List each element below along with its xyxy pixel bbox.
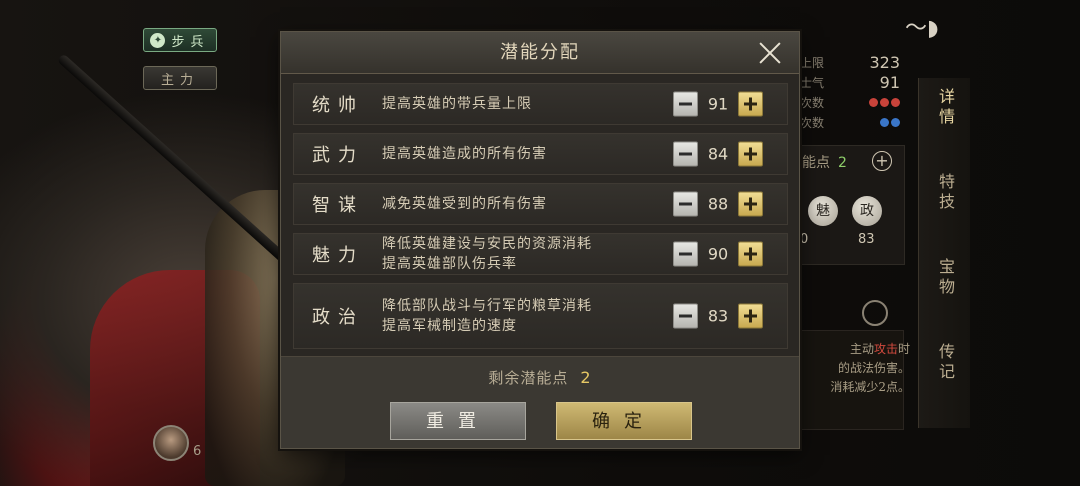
decrease-politics-button[interactable]	[673, 303, 698, 329]
stat-row-force: 武力 提高英雄造成的所有伤害 84	[293, 133, 788, 175]
stat-row-leadership: 统帅 提高英雄的带兵量上限 91	[293, 83, 788, 125]
background-stat-list: 上限 323 士气 91 次数 次数	[800, 52, 900, 132]
stat-stepper: 88	[673, 191, 763, 217]
remaining-points: 剩余潜能点 2	[281, 367, 799, 388]
increase-politics-button[interactable]	[738, 303, 763, 329]
stat-stepper: 83	[673, 303, 763, 329]
politics-badge-value: 83	[858, 232, 875, 247]
background-stat-row: 士气 91	[800, 72, 900, 92]
stat-stepper: 90	[673, 241, 763, 267]
stat-name: 魅力	[312, 245, 364, 266]
tab-treasure[interactable]: 宝物	[919, 258, 971, 298]
search-icon[interactable]	[862, 300, 888, 326]
infantry-tag-button[interactable]: ✦ 步兵	[143, 28, 217, 52]
stat-description-line: 降低部队战斗与行军的粮草消耗	[382, 298, 592, 314]
add-potential-icon[interactable]: +	[872, 151, 892, 171]
background-stat-row: 上限 323	[800, 52, 900, 72]
stat-list: 统帅 提高英雄的带兵量上限 91 武力 提高英雄造成的所有伤害 84 智谋 减免…	[281, 74, 799, 356]
background-stat-value: 323	[869, 52, 900, 72]
charm-badge-value: 0	[800, 232, 809, 247]
increase-leadership-button[interactable]	[738, 91, 763, 117]
infantry-tag-label: 步兵	[171, 34, 210, 50]
infantry-icon: ✦	[150, 32, 166, 48]
skill-description-line: 的战法伤害。	[837, 361, 910, 375]
potential-allocation-dialog: 潜能分配 统帅 提高英雄的带兵量上限 91 武力 提高英雄造成的所有伤害 84	[280, 31, 800, 449]
tab-biography-label: 传记	[936, 343, 955, 383]
background-stat-label: 次数	[800, 115, 825, 130]
stat-description-line: 提高英雄的带兵量上限	[382, 96, 532, 112]
desc-text: 主动	[849, 342, 874, 356]
increase-charm-button[interactable]	[738, 241, 763, 267]
stat-value: 90	[707, 244, 729, 264]
stat-description-line: 提高英雄部队伤兵率	[382, 256, 517, 272]
background-stat-label: 上限	[800, 55, 825, 70]
skill-description: 主动攻击时 的战法伤害。 消耗减少2点。	[800, 340, 910, 397]
stat-stepper: 91	[673, 91, 763, 117]
stat-description: 降低英雄建设与安民的资源消耗 提高英雄部队伤兵率	[382, 234, 592, 274]
remaining-points-value: 2	[580, 368, 592, 387]
politics-badge: 政	[852, 196, 882, 226]
right-side-tabs: 详情 特技 宝物 传记	[918, 78, 970, 428]
stat-row-charm: 魅力 降低英雄建设与安民的资源消耗 提高英雄部队伤兵率 90	[293, 233, 788, 275]
charm-badge: 魅	[808, 196, 838, 226]
skill-description-line: 主动攻击时	[800, 340, 910, 359]
stat-name: 政治	[312, 307, 364, 328]
decrease-force-button[interactable]	[673, 141, 698, 167]
stat-name: 统帅	[312, 95, 364, 116]
dialog-header: 潜能分配	[281, 32, 799, 74]
main-force-tag-button[interactable]: 主力	[143, 66, 217, 90]
background-stat-value: 91	[879, 72, 900, 92]
decrease-charm-button[interactable]	[673, 241, 698, 267]
decrease-leadership-button[interactable]	[673, 91, 698, 117]
stat-value: 84	[707, 144, 729, 164]
avatar[interactable]	[153, 425, 189, 461]
decrease-intelligence-button[interactable]	[673, 191, 698, 217]
close-button[interactable]	[755, 38, 785, 68]
stat-description: 减免英雄受到的所有伤害	[382, 184, 547, 224]
tab-specialty-label: 特技	[936, 173, 955, 213]
stat-name: 智谋	[312, 195, 364, 216]
stat-value: 83	[707, 306, 729, 326]
tab-treasure-label: 宝物	[936, 258, 955, 298]
stat-value: 88	[707, 194, 729, 214]
tab-specialty[interactable]: 特技	[919, 173, 971, 213]
background-potential-value: 2	[838, 155, 847, 171]
dialog-title: 潜能分配	[500, 42, 580, 63]
confirm-button[interactable]: 确定	[556, 402, 692, 440]
remaining-points-label: 剩余潜能点	[488, 369, 569, 387]
stat-description-line: 降低英雄建设与安民的资源消耗	[382, 236, 592, 252]
red-dots-icon	[869, 97, 900, 107]
background-stat-label: 次数	[800, 95, 825, 110]
stat-value: 91	[707, 94, 729, 114]
background-potential-label: 能点	[802, 155, 830, 171]
stat-stepper: 84	[673, 141, 763, 167]
desc-highlight: 攻击	[873, 342, 898, 356]
stat-description: 降低部队战斗与行军的粮草消耗 提高军械制造的速度	[382, 284, 592, 348]
stat-description-line: 提高英雄造成的所有伤害	[382, 146, 547, 162]
desc-tail: 时	[897, 342, 910, 356]
dragon-logo-icon: 〜◗	[905, 16, 939, 41]
blue-dots-icon	[880, 117, 900, 127]
stat-name: 武力	[312, 145, 364, 166]
increase-intelligence-button[interactable]	[738, 191, 763, 217]
background-stat-row: 次数	[800, 112, 900, 132]
tab-biography[interactable]: 传记	[919, 343, 971, 383]
increase-force-button[interactable]	[738, 141, 763, 167]
reset-button[interactable]: 重置	[390, 402, 526, 440]
background-potential-points: 能点 2	[802, 152, 847, 172]
main-force-tag-label: 主力	[160, 72, 199, 88]
tab-details-label: 详情	[936, 88, 955, 128]
background-stat-label: 士气	[800, 75, 825, 90]
dialog-footer: 剩余潜能点 2 重置 确定	[281, 356, 799, 448]
background-stat-row: 次数	[800, 92, 900, 112]
stat-description-line: 减免英雄受到的所有伤害	[382, 196, 547, 212]
skill-description-line: 消耗减少2点。	[830, 380, 910, 394]
stat-description: 提高英雄的带兵量上限	[382, 84, 532, 124]
stat-row-intelligence: 智谋 减免英雄受到的所有伤害 88	[293, 183, 788, 225]
stat-row-politics: 政治 降低部队战斗与行军的粮草消耗 提高军械制造的速度 83	[293, 283, 788, 349]
stat-description: 提高英雄造成的所有伤害	[382, 134, 547, 174]
tab-details[interactable]: 详情	[919, 88, 971, 128]
avatar-count: 6	[193, 444, 202, 459]
stat-description-line: 提高军械制造的速度	[382, 318, 517, 334]
